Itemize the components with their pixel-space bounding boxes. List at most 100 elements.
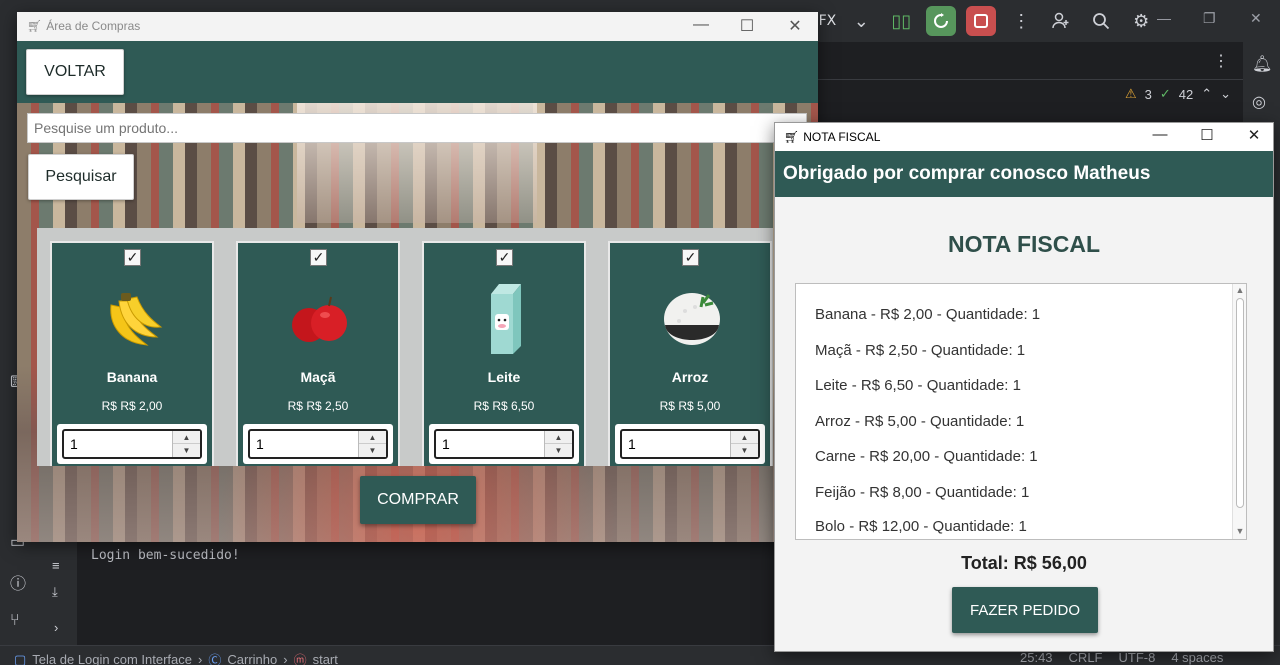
stop-icon: [974, 14, 989, 28]
restore-icon[interactable]: ❐: [1203, 10, 1216, 27]
class-icon: Ⓒ: [208, 653, 222, 665]
scroll-up-icon[interactable]: ▲: [1233, 285, 1246, 295]
quantity-value[interactable]: 1: [70, 436, 78, 452]
invoice-titlebar: 🛒︎ NOTA FISCAL — ☐ ✕: [775, 123, 1273, 151]
decrement-icon[interactable]: ▼: [545, 444, 572, 457]
product-checkbox[interactable]: ✓: [496, 249, 513, 266]
list-item: Bolo - R$ 12,00 - Quantidade: 1: [815, 518, 1027, 535]
list-item: Carne - R$ 20,00 - Quantidade: 1: [815, 448, 1038, 465]
breadcrumb-method[interactable]: start: [313, 652, 338, 665]
increment-icon[interactable]: ▲: [359, 431, 386, 444]
close-icon[interactable]: ✕: [1244, 126, 1264, 144]
indent-setting[interactable]: 4 spaces: [1171, 650, 1223, 665]
back-button[interactable]: VOLTAR: [26, 49, 124, 95]
increment-icon[interactable]: ▲: [173, 431, 200, 444]
quantity-value[interactable]: 1: [256, 436, 264, 452]
minimize-icon[interactable]: —: [691, 16, 711, 34]
more-vertical-icon[interactable]: ⋮: [1213, 51, 1229, 71]
list-item: Banana - R$ 2,00 - Quantidade: 1: [815, 306, 1041, 323]
console-output: Login bem-sucedido!: [91, 548, 240, 563]
product-card: ✓ Leite R$ R$ 6,50 1 ▲ ▼: [422, 241, 586, 466]
list-item: Feijão - R$ 8,00 - Quantidade: 1: [815, 484, 1030, 501]
pause-icon[interactable]: ▯▯: [886, 6, 916, 36]
shop-titlebar: 🛒︎ Área de Compras — ☐ ✕: [17, 12, 818, 41]
maximize-icon[interactable]: ☐: [1197, 126, 1217, 144]
shop-window: 🛒︎ Área de Compras — ☐ ✕ VOLTAR Pesquisa…: [17, 12, 818, 542]
quantity-stepper[interactable]: 1 ▲ ▼: [429, 424, 579, 464]
soft-wrap-icon[interactable]: ≡: [52, 558, 60, 573]
chevron-right-icon[interactable]: ›: [54, 620, 58, 635]
quantity-value[interactable]: 1: [628, 436, 636, 452]
more-vertical-icon[interactable]: ⋮: [1006, 6, 1036, 36]
cart-icon: 🛒︎: [27, 19, 43, 33]
breadcrumb: ▢ Tela de Login com Interface › Ⓒ Carrin…: [14, 650, 338, 665]
invoice-window-title: NOTA FISCAL: [803, 130, 881, 144]
product-price: R$ R$ 6,50: [473, 399, 535, 413]
product-checkbox[interactable]: ✓: [682, 249, 699, 266]
problems-icon[interactable]: ⓘ: [10, 570, 26, 594]
close-icon[interactable]: ✕: [785, 16, 805, 36]
maximize-icon[interactable]: ☐: [737, 16, 757, 36]
increment-icon[interactable]: ▲: [545, 431, 572, 444]
product-price: R$ R$ 5,00: [659, 399, 721, 413]
scrollbar-thumb[interactable]: [1236, 298, 1244, 508]
quantity-stepper[interactable]: 1 ▲ ▼: [615, 424, 765, 464]
chevron-up-icon[interactable]: ⌃: [1201, 86, 1212, 102]
search-icon[interactable]: [1086, 6, 1116, 36]
product-grid: ✓ Banana R$ R$ 2,00 1 ▲ ▼ ✓ Maçã R$ R$ 2…: [37, 228, 773, 466]
editor-tab-bar: ⋮: [818, 42, 1243, 80]
rerun-icon: [934, 13, 949, 28]
module-icon: ▢: [14, 651, 27, 665]
list-item: Leite - R$ 6,50 - Quantidade: 1: [815, 377, 1021, 394]
file-encoding[interactable]: UTF-8: [1119, 650, 1156, 665]
minimize-icon[interactable]: —: [1150, 126, 1170, 143]
caret-position[interactable]: 25:43: [1020, 650, 1053, 665]
product-price: R$ R$ 2,50: [287, 399, 349, 413]
decrement-icon[interactable]: ▼: [359, 444, 386, 457]
ok-count: 42: [1178, 86, 1194, 102]
increment-icon[interactable]: ▲: [731, 431, 758, 444]
breadcrumb-project[interactable]: Tela de Login com Interface: [32, 652, 192, 665]
inspection-widget[interactable]: ⚠ 3 ✓ 42 ⌃ ⌄: [1125, 86, 1231, 102]
check-icon: ✓: [1159, 86, 1171, 101]
invoice-item-list[interactable]: Banana - R$ 2,00 - Quantidade: 1 Maçã - …: [795, 283, 1247, 540]
product-name: Maçã: [300, 369, 336, 385]
product-name: Banana: [106, 369, 158, 385]
chevron-down-icon[interactable]: ⌄: [1220, 86, 1231, 102]
search-input[interactable]: [27, 113, 807, 143]
rice-bowl-icon: [664, 293, 720, 345]
line-ending[interactable]: CRLF: [1069, 650, 1103, 665]
quantity-value[interactable]: 1: [442, 436, 450, 452]
decrement-icon[interactable]: ▼: [173, 444, 200, 457]
product-card: ✓ Maçã R$ R$ 2,50 1 ▲ ▼: [236, 241, 400, 466]
scrollbar[interactable]: ▲ ▼: [1232, 284, 1246, 539]
product-checkbox[interactable]: ✓: [310, 249, 327, 266]
minimize-icon[interactable]: —: [1157, 10, 1171, 26]
chevron-down-icon[interactable]: ⌄: [846, 6, 876, 36]
quantity-stepper[interactable]: 1 ▲ ▼: [57, 424, 207, 464]
notifications-icon[interactable]: 🔔︎: [1252, 54, 1272, 74]
git-icon[interactable]: ⑂: [10, 612, 26, 630]
product-checkbox[interactable]: ✓: [124, 249, 141, 266]
product-name: Leite: [487, 369, 521, 385]
place-order-button[interactable]: FAZER PEDIDO: [952, 587, 1098, 633]
add-user-icon[interactable]: [1046, 6, 1076, 36]
stop-button[interactable]: [966, 6, 997, 36]
decrement-icon[interactable]: ▼: [731, 444, 758, 457]
invoice-total: Total: R$ 56,00: [961, 553, 1087, 573]
quantity-stepper[interactable]: 1 ▲ ▼: [243, 424, 393, 464]
rerun-button[interactable]: [926, 6, 957, 36]
scroll-to-end-icon[interactable]: ⤓: [52, 584, 58, 600]
shop-header: [17, 41, 818, 103]
invoice-heading: NOTA FISCAL: [947, 231, 1101, 257]
breadcrumb-class[interactable]: Carrinho: [227, 652, 277, 665]
scroll-down-icon[interactable]: ▼: [1233, 526, 1246, 536]
close-icon[interactable]: ✕: [1250, 10, 1262, 27]
buy-button[interactable]: COMPRAR: [360, 476, 476, 524]
ai-assistant-icon[interactable]: ◎: [1252, 92, 1266, 112]
search-button[interactable]: Pesquisar: [28, 154, 134, 200]
gear-icon[interactable]: ⚙: [1126, 6, 1156, 36]
invoice-window: 🛒︎ NOTA FISCAL — ☐ ✕ Obrigado por compra…: [774, 122, 1274, 652]
shop-window-title: Área de Compras: [46, 19, 141, 33]
chevron-right-icon: ›: [283, 652, 288, 665]
